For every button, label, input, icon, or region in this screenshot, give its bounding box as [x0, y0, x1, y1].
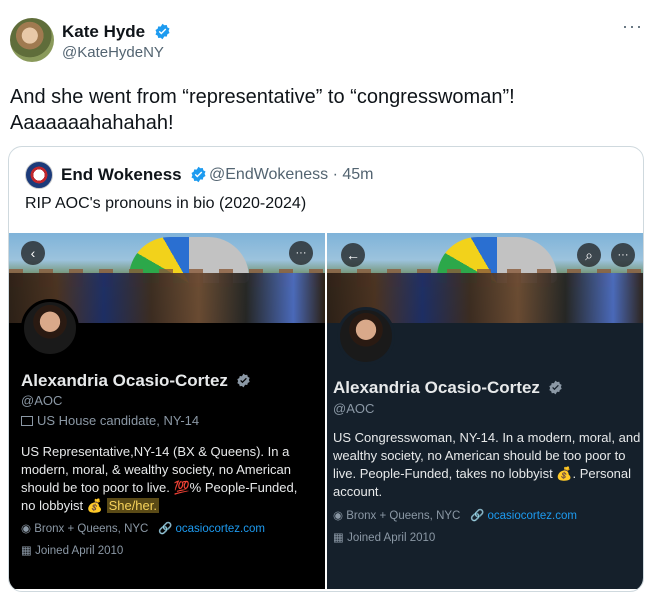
- profile-screenshot-after[interactable]: ← ⌕ ··· Alexandria Ocasio-Cortez @AOC US…: [327, 233, 643, 589]
- bio-line: account.: [333, 484, 383, 499]
- profile-handle: @AOC: [333, 401, 375, 416]
- quote-author-name[interactable]: End Wokeness: [61, 165, 182, 184]
- verified-badge-icon: [236, 373, 250, 388]
- pronouns-highlight: She/her.: [106, 498, 159, 513]
- bio-line: wealthy society, no American should be t…: [333, 448, 626, 463]
- profile-website-link[interactable]: ocasiocortez.com: [175, 523, 264, 535]
- more-button[interactable]: ···: [289, 241, 313, 265]
- profile-avatar: [337, 307, 395, 365]
- bio-line: should be too poor to live. 💯% People-Fu…: [21, 480, 298, 495]
- profile-joined: Joined April 2010: [347, 532, 436, 544]
- profile-name: Alexandria Ocasio-Cortez: [333, 378, 540, 397]
- bio-line: modern, moral, & wealthy society, no Ame…: [21, 462, 291, 477]
- back-button[interactable]: ‹: [21, 241, 45, 265]
- bio-line: US Representative,NY-14 (BX & Queens). I…: [21, 444, 290, 459]
- quote-author-name-row[interactable]: End Wokeness: [61, 165, 207, 185]
- quote-author-handle: @EndWokeness · 45m: [209, 166, 374, 183]
- bio-line: no lobbyist 💰: [21, 498, 107, 513]
- candidate-label: US House candidate, NY-14: [37, 413, 200, 428]
- tweet-text: And she went from “representative” to “c…: [10, 84, 650, 136]
- profile-name-row: Alexandria Ocasio-Cortez: [21, 371, 251, 391]
- profile-website-link[interactable]: ocasiocortez.com: [487, 510, 576, 522]
- bio-line: live. People-Funded, takes no lobbyist 💰…: [333, 466, 632, 481]
- author-avatar[interactable]: [10, 18, 54, 62]
- profile-meta-row: ◉ Bronx + Queens, NYC 🔗 ocasiocortez.com: [21, 521, 265, 535]
- verified-badge-icon: [191, 166, 206, 183]
- profile-avatar: [21, 299, 79, 357]
- profile-handle: @AOC: [21, 393, 63, 408]
- more-button[interactable]: ···: [611, 243, 635, 267]
- search-button[interactable]: ⌕: [577, 243, 601, 267]
- profile-location: Bronx + Queens, NYC: [346, 510, 461, 522]
- profile-name: Alexandria Ocasio-Cortez: [21, 371, 228, 390]
- link-icon: 🔗: [157, 523, 173, 535]
- author-name-row[interactable]: Kate Hyde: [62, 22, 171, 42]
- profile-bio: US Congresswoman, NY-14. In a modern, mo…: [333, 429, 643, 501]
- author-handle: @KateHydeNY: [62, 44, 164, 61]
- bio-line: US Congresswoman, NY-14. In a modern, mo…: [333, 430, 641, 445]
- quote-text: RIP AOC's pronouns in bio (2020-2024): [25, 195, 307, 212]
- more-options-button[interactable]: ···: [622, 16, 643, 37]
- author-name[interactable]: Kate Hyde: [62, 22, 145, 41]
- tweet-text-line: Aaaaaaahahahah!: [10, 112, 174, 134]
- profile-name-row: Alexandria Ocasio-Cortez: [333, 378, 563, 398]
- quoted-tweet-card[interactable]: End Wokeness @EndWokeness · 45m RIP AOC'…: [8, 146, 644, 592]
- profile-bio: US Representative,NY-14 (BX & Queens). I…: [21, 443, 321, 515]
- calendar-icon: ▦: [21, 545, 32, 557]
- profile-joined-row: ▦ Joined April 2010: [333, 530, 435, 544]
- ballot-icon: [21, 416, 33, 426]
- profile-screenshot-before[interactable]: ‹ ··· Alexandria Ocasio-Cortez @AOC US H…: [9, 233, 325, 589]
- verified-badge-icon: [548, 380, 562, 395]
- link-icon: 🔗: [469, 510, 485, 522]
- calendar-icon: ▦: [333, 532, 344, 544]
- back-button[interactable]: ←: [341, 243, 365, 267]
- location-icon: ◉: [333, 510, 344, 522]
- profile-joined-row: ▦ Joined April 2010: [21, 543, 123, 557]
- candidate-label-row: US House candidate, NY-14: [21, 413, 199, 428]
- profile-location: Bronx + Queens, NYC: [34, 523, 149, 535]
- quote-author-avatar[interactable]: [25, 161, 53, 189]
- tweet-text-line: And she went from “representative” to “c…: [10, 86, 515, 108]
- verified-badge-icon: [155, 23, 170, 40]
- bio-line-last: no lobbyist 💰 She/her.: [21, 497, 321, 515]
- profile-meta-row: ◉ Bronx + Queens, NYC 🔗 ocasiocortez.com: [333, 508, 577, 522]
- profile-joined: Joined April 2010: [35, 545, 124, 557]
- location-icon: ◉: [21, 523, 32, 535]
